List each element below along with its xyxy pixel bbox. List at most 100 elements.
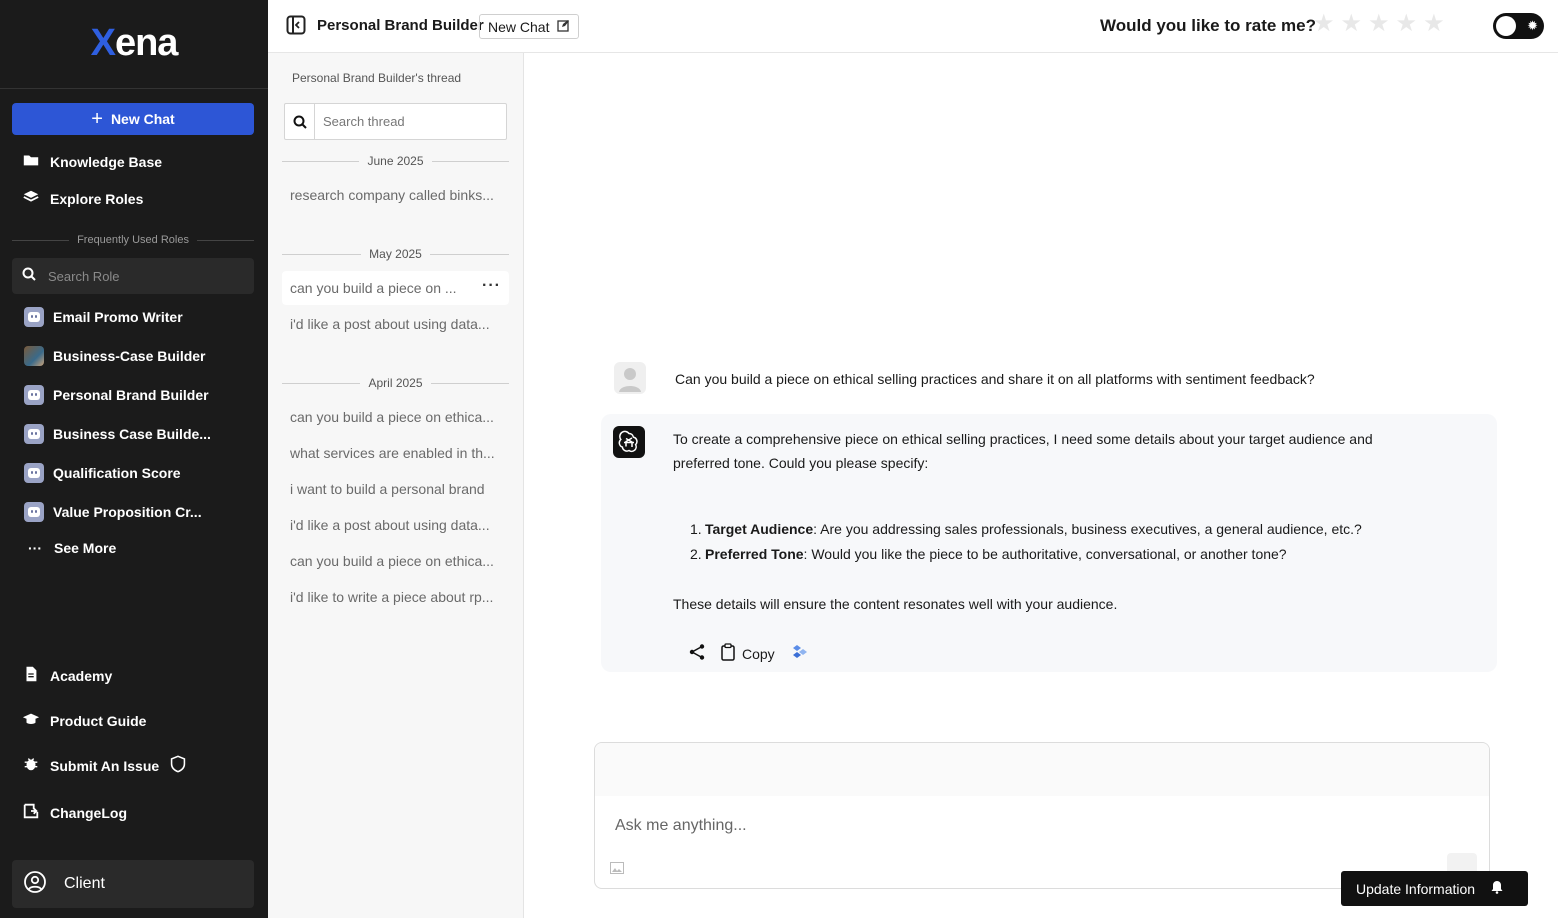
- sidebar-item-changelog[interactable]: ChangeLog: [22, 802, 127, 823]
- search-icon: [285, 104, 315, 139]
- copy-button[interactable]: Copy: [720, 643, 775, 664]
- client-profile-button[interactable]: Client: [12, 860, 254, 908]
- document-icon: [22, 665, 40, 686]
- thread-item[interactable]: i'd like a post about using data...: [290, 517, 502, 533]
- folder-icon: [22, 151, 40, 172]
- search-role-box[interactable]: [12, 258, 254, 294]
- thread-item[interactable]: i want to build a personal brand: [290, 481, 502, 497]
- star-icon[interactable]: ★: [1396, 12, 1418, 36]
- search-icon: [22, 267, 36, 286]
- changelog-icon: [22, 802, 40, 823]
- sidebar-divider: [0, 88, 268, 89]
- bot-closing-text: These details will ensure the content re…: [673, 596, 1118, 612]
- bot-avatar-icon: [24, 385, 44, 405]
- role-label: Personal Brand Builder: [53, 387, 209, 403]
- sidebar-item-label: Academy: [50, 667, 113, 684]
- bot-intro-text: To create a comprehensive piece on ethic…: [673, 431, 1373, 471]
- list-item-text: : Are you addressing sales professionals…: [813, 521, 1362, 537]
- star-icon[interactable]: ★: [1341, 12, 1363, 36]
- thread-heading: Personal Brand Builder's thread: [292, 71, 462, 85]
- search-role-input[interactable]: [48, 268, 228, 284]
- copy-label: Copy: [742, 645, 775, 662]
- image-upload-icon[interactable]: [610, 861, 624, 874]
- share-button[interactable]: [688, 643, 706, 664]
- theme-toggle[interactable]: ✹: [1493, 13, 1544, 39]
- role-personal-brand-builder[interactable]: Personal Brand Builder: [24, 385, 209, 405]
- date-label: June 2025: [367, 154, 424, 168]
- rate-prompt: Would you like to rate me?: [1100, 16, 1316, 35]
- app-root: Xena + New Chat Knowledge Base Explore R…: [0, 0, 1558, 918]
- list-item-text: : Would you like the piece to be authori…: [803, 546, 1287, 562]
- frequent-roles-divider: Frequently Used Roles: [12, 234, 255, 246]
- sidebar-item-label: Product Guide: [50, 712, 147, 729]
- star-icon[interactable]: ★: [1313, 12, 1335, 36]
- collapse-sidebar-icon[interactable]: [286, 15, 306, 35]
- thread-item-active[interactable]: can you build a piece on ...: [290, 280, 465, 296]
- role-email-promo-writer[interactable]: Email Promo Writer: [24, 307, 183, 327]
- topbar-new-chat-button[interactable]: New Chat: [479, 14, 580, 39]
- date-separator: May 2025: [282, 247, 510, 261]
- bot-avatar-icon: [24, 307, 44, 327]
- clipboard-icon: [720, 643, 736, 664]
- sidebar-item-knowledge-base[interactable]: Knowledge Base: [22, 151, 162, 172]
- see-more-button[interactable]: ··· See More: [28, 540, 116, 556]
- date-separator: June 2025: [282, 154, 509, 168]
- ellipsis-icon: ···: [28, 540, 42, 556]
- role-label: Business-Case Builder: [53, 348, 206, 364]
- composer-header: [595, 743, 1489, 796]
- plus-icon: +: [91, 108, 103, 130]
- bot-avatar-icon: [24, 502, 44, 522]
- new-chat-button[interactable]: + New Chat: [12, 103, 254, 135]
- sidebar-item-submit-issue[interactable]: Submit An Issue: [22, 755, 187, 776]
- thread-search-input[interactable]: [315, 114, 495, 129]
- sidebar-item-label: Knowledge Base: [50, 153, 163, 170]
- edit-icon: [557, 19, 570, 35]
- role-label: Business Case Builde...: [53, 426, 211, 442]
- list-item-bold: Preferred Tone: [705, 546, 804, 562]
- logo-text: ena: [114, 22, 178, 64]
- sidebar-item-explore-roles[interactable]: Explore Roles: [22, 188, 143, 209]
- thread-item[interactable]: i'd like to write a piece about rp...: [290, 589, 502, 605]
- see-more-label: See More: [54, 540, 117, 556]
- top-bar: Personal Brand Builder New Chat Would yo…: [268, 0, 1558, 53]
- update-information-button[interactable]: Update Information: [1341, 871, 1528, 906]
- chat-input[interactable]: [615, 817, 1415, 835]
- sidebar: Xena + New Chat Knowledge Base Explore R…: [0, 0, 268, 918]
- regenerate-button[interactable]: [789, 642, 809, 665]
- role-photo-avatar: [24, 346, 44, 366]
- list-item: 1. Target Audience: Are you addressing sa…: [690, 517, 1362, 542]
- date-label: May 2025: [369, 247, 422, 261]
- more-options-icon[interactable]: ···: [482, 277, 501, 295]
- graduation-cap-icon: [22, 710, 40, 731]
- thread-item[interactable]: can you build a piece on ethica...: [290, 553, 502, 569]
- role-label: Qualification Score: [53, 465, 181, 481]
- xena-logo[interactable]: Xena: [0, 22, 268, 65]
- message-actions: Copy: [688, 642, 809, 665]
- thread-item[interactable]: i'd like a post about using data...: [290, 316, 502, 332]
- list-item: 2. Preferred Tone: Would you like the pie…: [690, 542, 1362, 567]
- list-number: 2.: [690, 546, 702, 562]
- new-chat-label: New Chat: [488, 18, 550, 35]
- thread-item[interactable]: research company called binks...: [290, 187, 502, 203]
- role-qualification-score[interactable]: Qualification Score: [24, 463, 181, 483]
- message-composer: [594, 742, 1490, 889]
- share-icon: [688, 643, 706, 664]
- toggle-knob: [1496, 16, 1516, 36]
- sidebar-item-product-guide[interactable]: Product Guide: [22, 710, 146, 731]
- role-business-case-builder[interactable]: Business-Case Builder: [24, 346, 206, 366]
- date-label: April 2025: [368, 376, 423, 390]
- sidebar-item-academy[interactable]: Academy: [22, 665, 112, 686]
- thread-item[interactable]: what services are enabled in th...: [290, 445, 502, 461]
- frequent-roles-label: Frequently Used Roles: [77, 234, 189, 246]
- star-icon[interactable]: ★: [1368, 12, 1390, 36]
- star-icon[interactable]: ★: [1423, 12, 1445, 36]
- bell-icon: [1491, 880, 1503, 897]
- user-message: Can you build a piece on ethical selling…: [675, 371, 1315, 387]
- bot-avatar-icon: [24, 463, 44, 483]
- bot-avatar-icon: [24, 424, 44, 444]
- role-value-proposition[interactable]: Value Proposition Cr...: [24, 502, 202, 522]
- list-number: 1.: [690, 521, 702, 537]
- thread-search-box[interactable]: [284, 103, 507, 140]
- thread-item[interactable]: can you build a piece on ethica...: [290, 409, 502, 425]
- role-business-case-builder-2[interactable]: Business Case Builde...: [24, 424, 211, 444]
